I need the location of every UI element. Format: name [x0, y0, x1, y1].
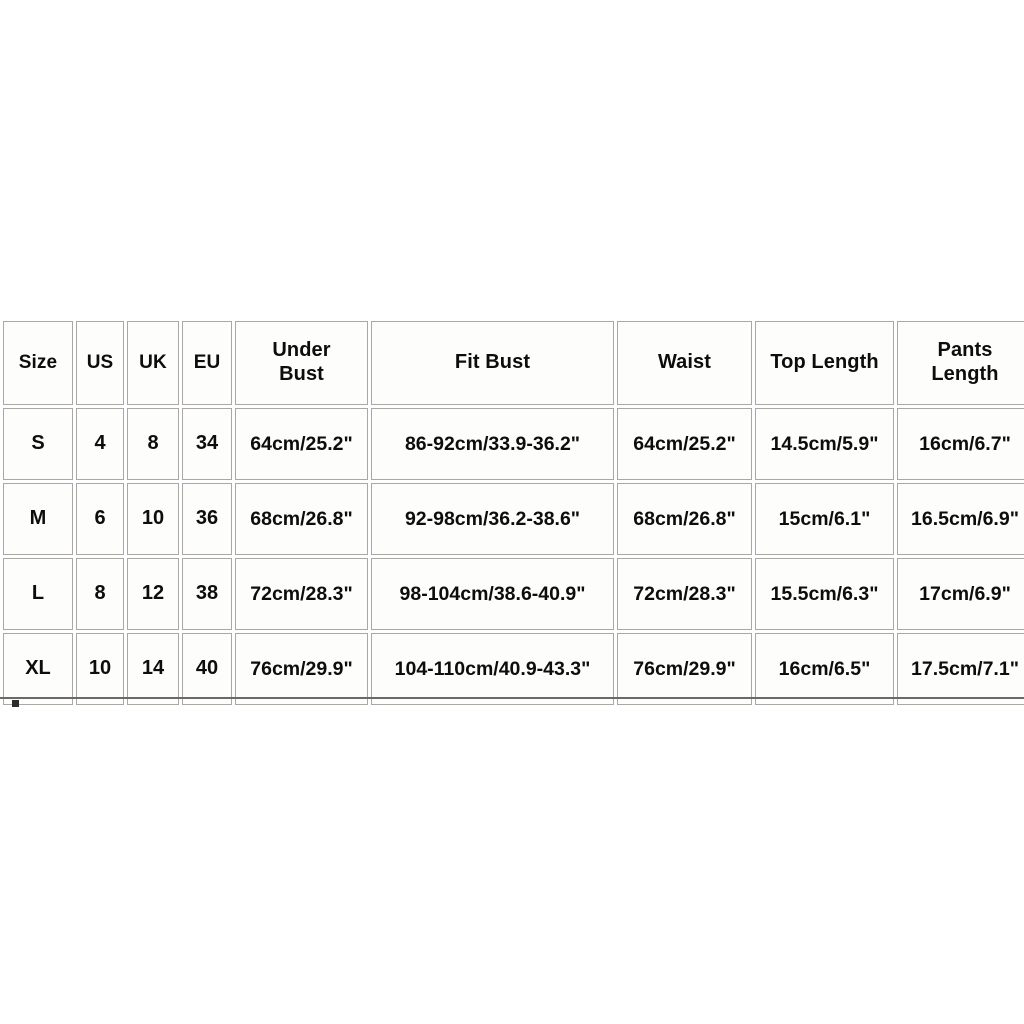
- cell-us: 6: [76, 483, 124, 555]
- cell-top-length: 15cm/6.1": [755, 483, 894, 555]
- cell-waist: 68cm/26.8": [617, 483, 752, 555]
- cell-size: M: [3, 483, 73, 555]
- column-header-pants-length: Pants Length: [897, 321, 1024, 405]
- cell-eu: 34: [182, 408, 232, 480]
- cell-top-length: 15.5cm/6.3": [755, 558, 894, 630]
- cell-fit-bust: 92-98cm/36.2-38.6": [371, 483, 614, 555]
- cell-pants-length: 16cm/6.7": [897, 408, 1024, 480]
- column-header-pants-length-line2: Length: [931, 363, 999, 385]
- cell-fit-bust: 86-92cm/33.9-36.2": [371, 408, 614, 480]
- cell-under-bust: 68cm/26.8": [235, 483, 368, 555]
- cell-uk: 14: [127, 633, 179, 705]
- cell-size: XL: [3, 633, 73, 705]
- cell-size: S: [3, 408, 73, 480]
- bottom-divider-rule: [0, 697, 1024, 699]
- cell-us: 10: [76, 633, 124, 705]
- column-header-size: Size: [3, 321, 73, 405]
- cell-eu: 36: [182, 483, 232, 555]
- bottom-left-mark: [12, 700, 19, 707]
- cell-uk: 12: [127, 558, 179, 630]
- cell-under-bust: 72cm/28.3": [235, 558, 368, 630]
- cell-top-length: 14.5cm/5.9": [755, 408, 894, 480]
- table-row: L 8 12 38 72cm/28.3" 98-104cm/38.6-40.9"…: [3, 558, 1024, 630]
- cell-fit-bust: 104-110cm/40.9-43.3": [371, 633, 614, 705]
- column-header-pants-length-line1: Pants: [937, 339, 993, 362]
- table-row: XL 10 14 40 76cm/29.9" 104-110cm/40.9-43…: [3, 633, 1024, 705]
- cell-us: 8: [76, 558, 124, 630]
- cell-waist: 76cm/29.9": [617, 633, 752, 705]
- size-chart-table-container: Size US UK EU Under Bust Fit Bust Waist …: [0, 318, 1024, 708]
- column-header-us: US: [76, 321, 124, 405]
- cell-size: L: [3, 558, 73, 630]
- cell-fit-bust: 98-104cm/38.6-40.9": [371, 558, 614, 630]
- table-row: S 4 8 34 64cm/25.2" 86-92cm/33.9-36.2" 6…: [3, 408, 1024, 480]
- column-header-under-bust: Under Bust: [235, 321, 368, 405]
- column-header-eu: EU: [182, 321, 232, 405]
- cell-top-length: 16cm/6.5": [755, 633, 894, 705]
- column-header-waist: Waist: [617, 321, 752, 405]
- cell-eu: 40: [182, 633, 232, 705]
- table-row: M 6 10 36 68cm/26.8" 92-98cm/36.2-38.6" …: [3, 483, 1024, 555]
- column-header-fit-bust: Fit Bust: [371, 321, 614, 405]
- cell-us: 4: [76, 408, 124, 480]
- cell-uk: 10: [127, 483, 179, 555]
- cell-pants-length: 17cm/6.9": [897, 558, 1024, 630]
- cell-under-bust: 64cm/25.2": [235, 408, 368, 480]
- column-header-under-bust-line1: Under: [272, 339, 331, 362]
- cell-eu: 38: [182, 558, 232, 630]
- table-header-row: Size US UK EU Under Bust Fit Bust Waist …: [3, 321, 1024, 405]
- size-chart-table: Size US UK EU Under Bust Fit Bust Waist …: [0, 318, 1024, 708]
- cell-pants-length: 16.5cm/6.9": [897, 483, 1024, 555]
- cell-waist: 64cm/25.2": [617, 408, 752, 480]
- cell-pants-length: 17.5cm/7.1": [897, 633, 1024, 705]
- table-header: Size US UK EU Under Bust Fit Bust Waist …: [3, 321, 1024, 405]
- cell-under-bust: 76cm/29.9": [235, 633, 368, 705]
- column-header-top-length: Top Length: [755, 321, 894, 405]
- table-body: S 4 8 34 64cm/25.2" 86-92cm/33.9-36.2" 6…: [3, 408, 1024, 705]
- cell-uk: 8: [127, 408, 179, 480]
- column-header-under-bust-line2: Bust: [279, 363, 324, 385]
- column-header-uk: UK: [127, 321, 179, 405]
- cell-waist: 72cm/28.3": [617, 558, 752, 630]
